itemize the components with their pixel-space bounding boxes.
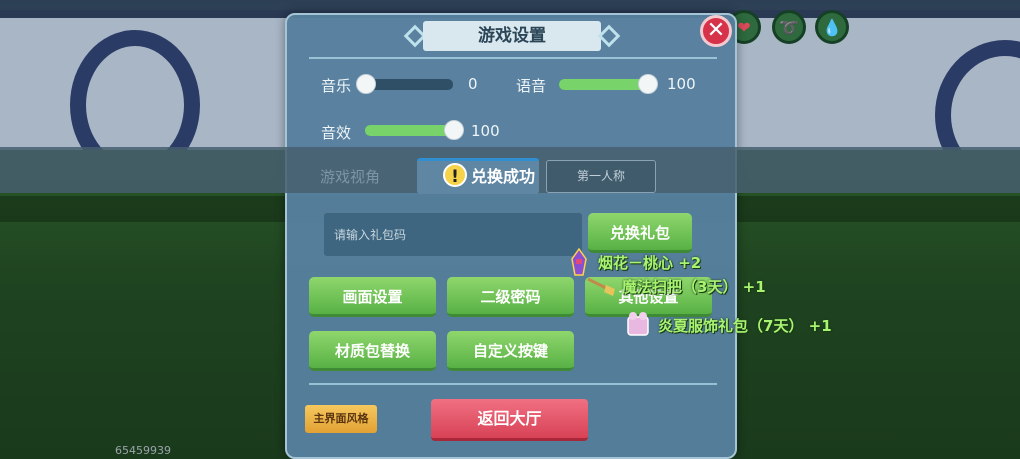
water-icon[interactable]: 💧	[815, 10, 849, 44]
close-button[interactable]: ✕	[700, 15, 732, 47]
reward-item: 炎夏服饰礼包（7天） +1	[624, 311, 832, 339]
stamina-icon[interactable]: ➰	[772, 10, 806, 44]
sfx-slider-knob[interactable]	[444, 120, 464, 140]
view-option-first-person[interactable]: 第一人称	[546, 160, 656, 193]
back-to-lobby-button[interactable]: 返回大厅	[431, 399, 588, 441]
reward-text: 烟花－桃心 +2	[598, 253, 702, 272]
texture-pack-button[interactable]: 材质包替换	[309, 331, 436, 371]
sfx-label: 音效	[321, 124, 352, 142]
ornament-icon	[597, 24, 621, 48]
voice-slider[interactable]	[559, 74, 658, 94]
voice-slider-knob[interactable]	[638, 74, 658, 94]
reward-item: 魔法扫把（3天） +1	[586, 275, 766, 297]
custom-keys-button[interactable]: 自定义按键	[447, 331, 574, 371]
costume-icon	[627, 312, 649, 336]
sfx-value: 100	[471, 122, 500, 140]
firework-icon	[571, 247, 587, 276]
broom-icon	[587, 277, 615, 296]
view-mode-label: 游戏视角	[320, 168, 381, 186]
voice-value: 100	[667, 75, 696, 93]
close-icon: ✕	[706, 18, 726, 43]
divider	[309, 383, 717, 385]
sfx-slider[interactable]	[365, 120, 464, 140]
main-style-button[interactable]: 主界面风格	[305, 405, 377, 433]
music-label: 音乐	[321, 77, 352, 95]
build-number: 65459939	[115, 444, 171, 457]
panel-title-bar: 游戏设置	[403, 21, 621, 51]
graphics-settings-button[interactable]: 画面设置	[309, 277, 436, 317]
divider	[309, 57, 717, 59]
reward-item: 烟花－桃心 +2	[566, 247, 701, 277]
voice-label: 语音	[516, 77, 547, 95]
panel-title: 游戏设置	[423, 21, 601, 51]
reward-text: 炎夏服饰礼包（7天） +1	[658, 316, 832, 335]
toast-text: 兑换成功	[471, 167, 536, 186]
music-value: 0	[468, 75, 478, 93]
warning-icon: !	[443, 163, 467, 187]
reward-text: 魔法扫把（3天） +1	[622, 277, 766, 296]
gift-code-input[interactable]	[324, 213, 582, 256]
music-slider[interactable]	[356, 74, 453, 94]
success-toast: ! 兑换成功	[443, 163, 535, 187]
secondary-password-button[interactable]: 二级密码	[447, 277, 574, 317]
music-slider-knob[interactable]	[356, 74, 376, 94]
